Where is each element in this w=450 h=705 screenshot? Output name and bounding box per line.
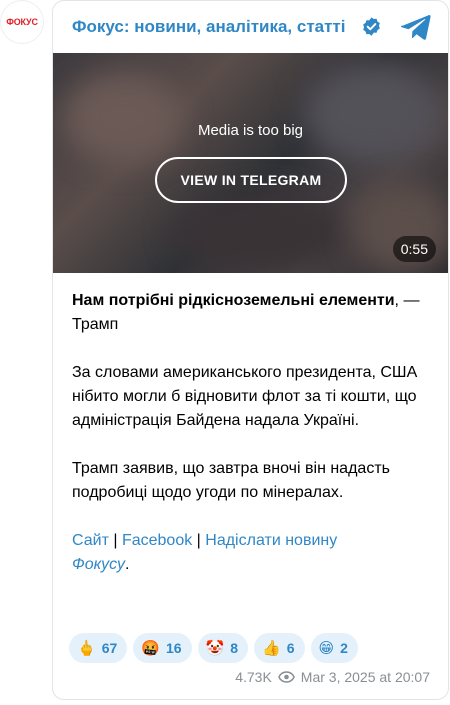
- video-duration-badge: 0:55: [392, 236, 436, 262]
- cursing-face-emoji-icon: 🤬: [141, 639, 160, 657]
- reaction-clown-face[interactable]: 🤡 8: [197, 633, 249, 663]
- reaction-count: 6: [286, 640, 295, 656]
- link-site[interactable]: Сайт: [72, 532, 109, 549]
- media-too-big-notice: Media is too big: [197, 122, 304, 139]
- view-in-telegram-button[interactable]: VIEW IN TELEGRAM: [155, 157, 347, 203]
- thumbs-up-emoji-icon: 👍: [262, 639, 281, 657]
- telegram-icon[interactable]: [401, 13, 431, 41]
- message-footer: 4.73K Mar 3, 2025 at 20:07: [235, 669, 430, 685]
- reactions-bar: 🖕 67 🤬 16 🤡 8 👍 6 😁 2: [69, 633, 358, 663]
- link-facebook[interactable]: Facebook: [122, 532, 192, 549]
- message-text: Нам потрібні рідкісноземельні елементи, …: [72, 289, 432, 601]
- reaction-middle-finger[interactable]: 🖕 67: [69, 633, 128, 663]
- video-placeholder[interactable]: Media is too big VIEW IN TELEGRAM 0:55: [53, 53, 448, 273]
- reaction-count: 67: [101, 640, 118, 656]
- paragraph-1: За словами американського президента, СШ…: [72, 364, 418, 429]
- eye-icon: [278, 671, 295, 683]
- link-send-news[interactable]: Надіслати новину: [205, 532, 337, 549]
- link-separator: |: [192, 532, 206, 549]
- headline: Нам потрібні рідкісноземельні елементи, …: [72, 289, 432, 337]
- reaction-cursing-face[interactable]: 🤬 16: [133, 633, 192, 663]
- reaction-thumbs-up[interactable]: 👍 6: [254, 633, 305, 663]
- avatar-logo-text: ФОКУС: [6, 17, 38, 27]
- link-focus[interactable]: Фокусу: [72, 556, 125, 573]
- message-card: Фокус: новини, аналітика, статті Media i…: [52, 0, 449, 700]
- message-header: Фокус: новини, аналітика, статті: [53, 1, 448, 53]
- reaction-count: 2: [340, 640, 348, 656]
- channel-avatar[interactable]: ФОКУС: [0, 0, 44, 44]
- middle-finger-emoji-icon: 🖕: [77, 639, 96, 657]
- verified-icon: [363, 17, 380, 36]
- headline-bold: Нам потрібні рідкісноземельні елементи: [72, 292, 395, 309]
- reaction-grinning-face[interactable]: 😁 2: [310, 633, 358, 663]
- links-end: .: [125, 556, 130, 573]
- reaction-count: 8: [230, 640, 239, 656]
- reaction-count: 16: [165, 640, 182, 656]
- timestamp-link[interactable]: Mar 3, 2025 at 20:07: [301, 669, 430, 685]
- paragraph-2: Трамп заявив, що завтра вночі він надаст…: [72, 460, 390, 501]
- view-count: 4.73K: [235, 669, 272, 685]
- link-separator: |: [108, 532, 122, 549]
- grinning-face-emoji-icon: 😁: [318, 639, 335, 657]
- links-line: Сайт | Facebook | Надіслати новину Фокусу…: [72, 529, 432, 577]
- channel-title[interactable]: Фокус: новини, аналітика, статті: [72, 17, 346, 37]
- clown-face-emoji-icon: 🤡: [205, 639, 225, 657]
